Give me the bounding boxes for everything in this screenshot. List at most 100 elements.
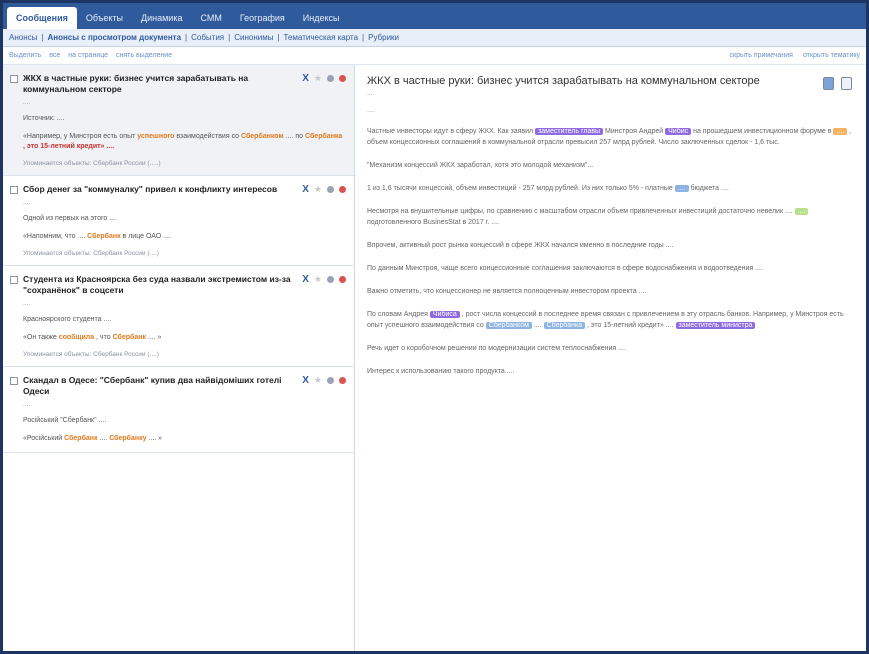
entity-tag[interactable]: Чибис xyxy=(665,128,692,135)
item-checkbox[interactable] xyxy=(10,377,18,385)
status-gray-icon[interactable] xyxy=(327,276,334,283)
star-icon[interactable]: ★ xyxy=(314,73,322,84)
item-snippet: «Напомним, что .... Сбербанк в лице ОАО … xyxy=(23,233,171,240)
document-view: ЖКХ в частные руки: бизнес учится зараба… xyxy=(355,65,866,651)
item-title[interactable]: Скандал в Одесе: "Сбербанк" купив два на… xyxy=(23,375,293,397)
item-checkbox[interactable] xyxy=(10,75,18,83)
item-meta: .... xyxy=(23,99,31,106)
subnav-thematic-map[interactable]: Тематическая карта xyxy=(284,33,359,42)
tab-geography[interactable]: География xyxy=(231,7,294,29)
selection-toolbar: Выделить все на странице снять выделение… xyxy=(3,47,866,65)
entity-tag[interactable]: заместитель главы xyxy=(535,128,604,135)
star-icon[interactable]: ★ xyxy=(314,274,322,285)
item-meta: .... xyxy=(23,199,31,206)
doc-paragraph: Частные инвесторы идут в сферу ЖКХ. Как … xyxy=(367,128,852,146)
app-frame: Сообщения Объекты Динамика СММ География… xyxy=(0,0,869,654)
clear-selection-link[interactable]: снять выделение xyxy=(116,52,172,59)
item-actions: X ★ xyxy=(302,184,346,195)
status-gray-icon[interactable] xyxy=(327,75,334,82)
doc-paragraph: Несмотря на внушительные цифры, по сравн… xyxy=(367,206,856,228)
content-area: ЖКХ в частные руки: бизнес учится зараба… xyxy=(3,65,866,651)
tab-indexes[interactable]: Индексы xyxy=(294,7,349,29)
item-title[interactable]: ЖКХ в частные руки: бизнес учится зараба… xyxy=(23,73,293,95)
subnav-separator: | xyxy=(362,33,365,42)
item-meta: .... xyxy=(23,401,31,408)
item-source: Красноярского студента .... xyxy=(23,316,112,323)
entity-tag[interactable]: .... xyxy=(794,208,809,215)
item-source: Источник: .... xyxy=(23,115,65,122)
doc-paragraph: Впрочем, активный рост рынка концессий в… xyxy=(367,242,674,249)
close-icon[interactable]: X xyxy=(302,274,309,285)
item-actions: X ★ xyxy=(302,73,346,84)
item-actions: X ★ xyxy=(302,375,346,386)
document-title: ЖКХ в частные руки: бизнес учится зараба… xyxy=(367,75,760,87)
subnav-announcements-with-doc[interactable]: Анонсы с просмотром документа xyxy=(47,33,181,42)
list-item[interactable]: Студента из Красноярска без суда назвали… xyxy=(3,266,354,367)
list-item[interactable]: Скандал в Одесе: "Сбербанк" купив два на… xyxy=(3,367,354,453)
document-actions xyxy=(823,77,852,90)
doc-paragraph: По данным Минстроя, чаще всего концессио… xyxy=(367,265,763,272)
item-snippet: «Он также сообщила , что Сбербанк .... » xyxy=(23,334,162,341)
item-source: Одной из первых на этого .... xyxy=(23,215,117,222)
status-gray-icon[interactable] xyxy=(327,377,334,384)
entity-tag[interactable]: Сбербанком xyxy=(485,322,532,329)
entity-tag[interactable]: Сбербанка xyxy=(543,322,586,329)
star-icon[interactable]: ★ xyxy=(314,375,322,386)
list-item[interactable]: Сбор денег за "коммуналку" привел к конф… xyxy=(3,176,354,266)
status-red-icon[interactable] xyxy=(339,75,346,82)
subnav-separator: | xyxy=(228,33,231,42)
status-red-icon[interactable] xyxy=(339,377,346,384)
status-gray-icon[interactable] xyxy=(327,186,334,193)
item-meta: .... xyxy=(23,300,31,307)
tab-objects[interactable]: Объекты xyxy=(77,7,132,29)
select-page-link[interactable]: на странице xyxy=(68,52,108,59)
export-icon[interactable] xyxy=(823,77,834,90)
tab-messages[interactable]: Сообщения xyxy=(7,7,77,29)
message-list: ЖКХ в частные руки: бизнес учится зараба… xyxy=(3,65,355,651)
document-separator: .... xyxy=(367,107,375,114)
item-title[interactable]: Студента из Красноярска без суда назвали… xyxy=(23,274,293,296)
item-objects: Упоминается объекты: Сбербанк России (..… xyxy=(23,351,159,358)
doc-paragraph: По словам Андрея Чибиса , рост числа кон… xyxy=(367,311,844,329)
open-topics-link[interactable]: открыть тематику xyxy=(803,52,860,59)
document-meta: .... xyxy=(367,90,375,97)
selection-links: Выделить все на странице снять выделение xyxy=(9,52,178,59)
tab-dynamics[interactable]: Динамика xyxy=(132,7,191,29)
print-icon[interactable] xyxy=(841,77,852,90)
list-item[interactable]: ЖКХ в частные руки: бизнес учится зараба… xyxy=(3,65,354,176)
item-objects: Упоминается объекты: Сбербанк России (..… xyxy=(23,250,159,257)
close-icon[interactable]: X xyxy=(302,73,309,84)
subnav-synonyms[interactable]: Синонимы xyxy=(234,33,273,42)
select-all-link[interactable]: все xyxy=(49,52,60,59)
star-icon[interactable]: ★ xyxy=(314,184,322,195)
hide-notes-link[interactable]: скрыть примечания xyxy=(730,52,793,59)
status-red-icon[interactable] xyxy=(339,276,346,283)
subnav-events[interactable]: События xyxy=(191,33,224,42)
entity-tag[interactable]: Чибиса xyxy=(429,311,460,318)
subnav-separator: | xyxy=(41,33,44,42)
item-objects: Упоминается объекты: Сбербанк России (..… xyxy=(23,160,161,167)
subnav-separator: | xyxy=(185,33,188,42)
item-checkbox[interactable] xyxy=(10,276,18,284)
view-links: скрыть примечания открыть тематику xyxy=(722,52,860,59)
subnav-rubrics[interactable]: Рубрики xyxy=(368,33,399,42)
subnav-announcements[interactable]: Анонсы xyxy=(9,33,37,42)
entity-tag[interactable]: .... xyxy=(674,185,689,192)
doc-paragraph: "Механизм концессий ЖКХ заработал, хотя … xyxy=(367,162,594,169)
close-icon[interactable]: X xyxy=(302,375,309,386)
doc-paragraph: Речь идет о коробочном решении по модерн… xyxy=(367,345,626,352)
item-snippet: «Например, у Минстроя есть опыт успешног… xyxy=(23,133,343,150)
tab-smm[interactable]: СММ xyxy=(191,7,230,29)
doc-paragraph: Интерес к использованию такого продукта … xyxy=(367,368,515,375)
entity-tag[interactable]: заместитель министра xyxy=(675,322,756,329)
close-icon[interactable]: X xyxy=(302,184,309,195)
item-source: Російський "Сбербанк" .... xyxy=(23,417,107,424)
subnav-separator: | xyxy=(277,33,280,42)
status-red-icon[interactable] xyxy=(339,186,346,193)
item-actions: X ★ xyxy=(302,274,346,285)
item-checkbox[interactable] xyxy=(10,186,18,194)
entity-tag[interactable]: .... xyxy=(833,128,848,135)
doc-paragraph: 1 из 1,6 тысячи концессий, объем инвести… xyxy=(367,185,729,192)
sub-navigation: Анонсы | Анонсы с просмотром документа |… xyxy=(3,29,866,47)
item-title[interactable]: Сбор денег за "коммуналку" привел к конф… xyxy=(23,184,293,195)
